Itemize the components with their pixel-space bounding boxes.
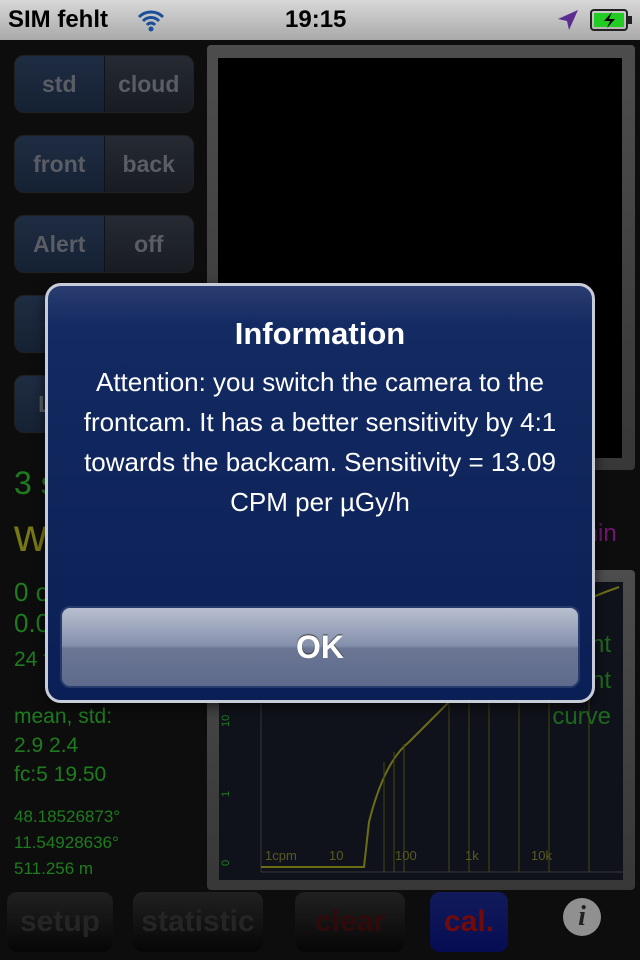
ok-button[interactable]: OK [60,606,580,688]
battery-charging-icon [590,9,632,31]
status-bar: SIM fehlt 19:15 [0,0,640,40]
alert-title: Information [234,316,406,351]
clock: 19:15 [285,6,347,33]
wifi-icon [137,10,165,32]
location-arrow-icon [558,10,578,30]
alert-message: Attention: you switch the camera to the … [83,367,557,517]
information-alert: Information Attention: you switch the ca… [45,283,595,703]
carrier-label: SIM fehlt [8,6,108,33]
